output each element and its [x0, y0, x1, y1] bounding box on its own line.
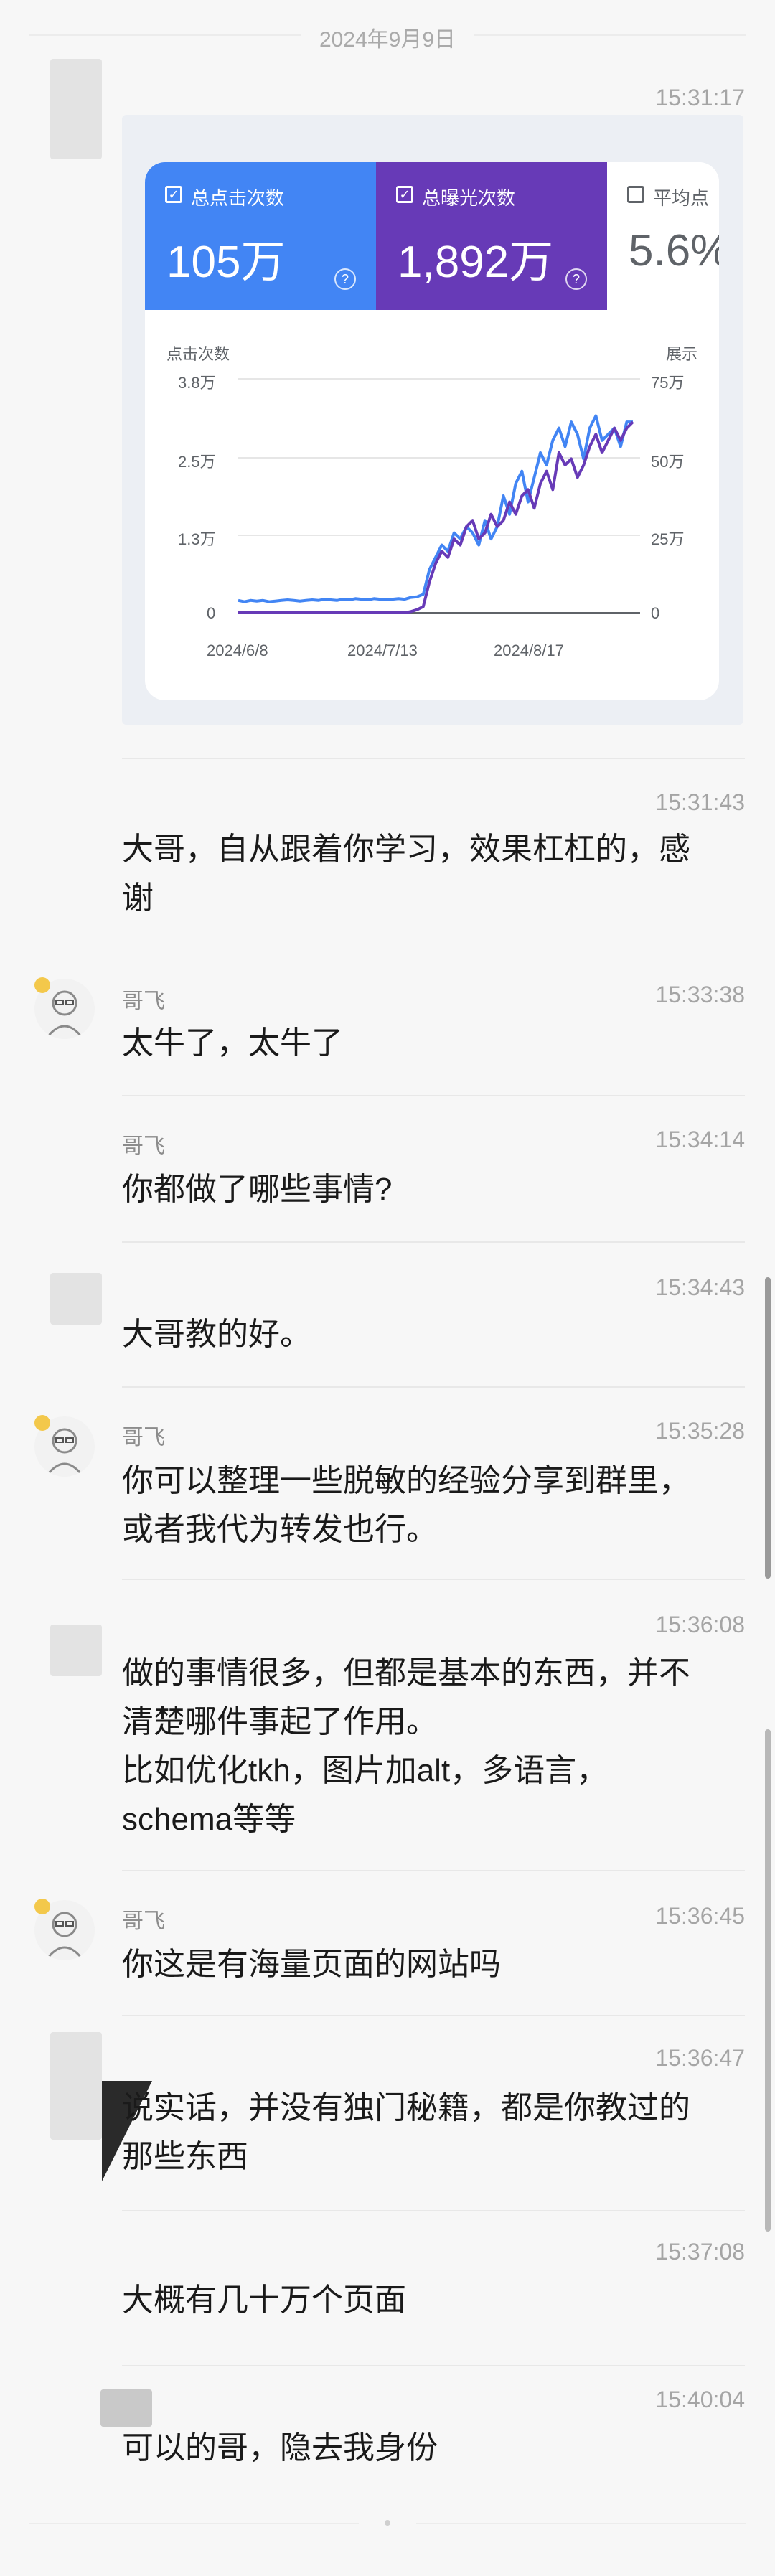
- message-time: 15:40:04: [655, 2387, 745, 2412]
- avatar[interactable]: [100, 2389, 152, 2427]
- divider: [474, 34, 746, 36]
- message-text[interactable]: 说实话，并没有独门秘籍，都是你教过的 那些东西: [122, 2084, 732, 2181]
- message-text[interactable]: 你都做了哪些事情?: [122, 1165, 732, 1214]
- scrollbar[interactable]: [765, 1277, 771, 1579]
- message-time: 15:36:47: [655, 2045, 745, 2071]
- series-line-1: [238, 420, 634, 614]
- divider: [29, 2523, 359, 2524]
- message-divider: [122, 1241, 745, 1243]
- message-divider: [122, 2210, 745, 2211]
- scrollbar-track[interactable]: [765, 1729, 771, 2232]
- message-time: 15:34:14: [655, 1127, 745, 1152]
- sender-name: 哥飞: [122, 989, 165, 1013]
- message-text[interactable]: 可以的哥，隐去我身份: [122, 2424, 732, 2473]
- message-text[interactable]: 太牛了，太牛了: [122, 1019, 732, 1068]
- page-indicator: [385, 2520, 390, 2526]
- sender-name: 哥飞: [122, 1426, 165, 1449]
- avatar[interactable]: [50, 1625, 102, 1676]
- message-time: 15:37:08: [655, 2239, 745, 2265]
- message-text[interactable]: 大哥教的好。: [122, 1310, 732, 1359]
- message-divider: [122, 2015, 745, 2016]
- badge-icon: [34, 1415, 50, 1431]
- message-time: 15:31:17: [655, 85, 745, 111]
- message-time: 15:31:43: [655, 789, 745, 815]
- message-text[interactable]: 你这是有海量页面的网站吗: [122, 1940, 732, 1989]
- series-line-0: [238, 414, 633, 603]
- message-divider: [122, 2365, 745, 2366]
- badge-icon: [34, 977, 50, 993]
- message-time: 15:34:43: [655, 1274, 745, 1300]
- x-tick: 2024/8/17: [494, 641, 564, 659]
- x-tick: 2024/7/13: [347, 641, 418, 659]
- message-divider: [122, 758, 745, 759]
- message-text[interactable]: 做的事情很多，但都是基本的东西，并不 清楚哪件事起了作用。 比如优化tkh，图片…: [122, 1649, 732, 1844]
- message-time: 15:36:08: [655, 1612, 745, 1637]
- avatar[interactable]: [50, 59, 102, 159]
- date-separator: 2024年9月9日: [319, 28, 456, 52]
- message-text[interactable]: 大概有几十万个页面: [122, 2276, 732, 2325]
- sender-name: 哥飞: [122, 1909, 165, 1933]
- badge-icon: [34, 1899, 50, 1914]
- avatar[interactable]: [50, 2032, 102, 2140]
- divider: [416, 2523, 746, 2524]
- x-tick: 2024/6/8: [207, 641, 268, 659]
- line-chart: [238, 378, 640, 614]
- message-divider: [122, 1579, 745, 1580]
- message-divider: [122, 1386, 745, 1388]
- message-time: 15:33:38: [655, 982, 745, 1007]
- message-time: 15:35:28: [655, 1418, 745, 1444]
- shared-image[interactable]: ✓ 总点击次数 105万 ? ✓ 总曝光次数 1,892万 ? 平均点 5.6%…: [122, 115, 743, 725]
- avatar[interactable]: [50, 1273, 102, 1325]
- message-divider: [122, 1095, 745, 1096]
- message-time: 15:36:45: [655, 1903, 745, 1929]
- search-console-card: ✓ 总点击次数 105万 ? ✓ 总曝光次数 1,892万 ? 平均点 5.6%…: [145, 162, 719, 700]
- message-divider: [122, 1870, 745, 1871]
- sender-name: 哥飞: [122, 1134, 165, 1158]
- message-text[interactable]: 你可以整理一些脱敏的经验分享到群里， 或者我代为转发也行。: [122, 1457, 732, 1554]
- message-text[interactable]: 大哥，自从跟着你学习，效果杠杠的，感 谢: [122, 825, 732, 923]
